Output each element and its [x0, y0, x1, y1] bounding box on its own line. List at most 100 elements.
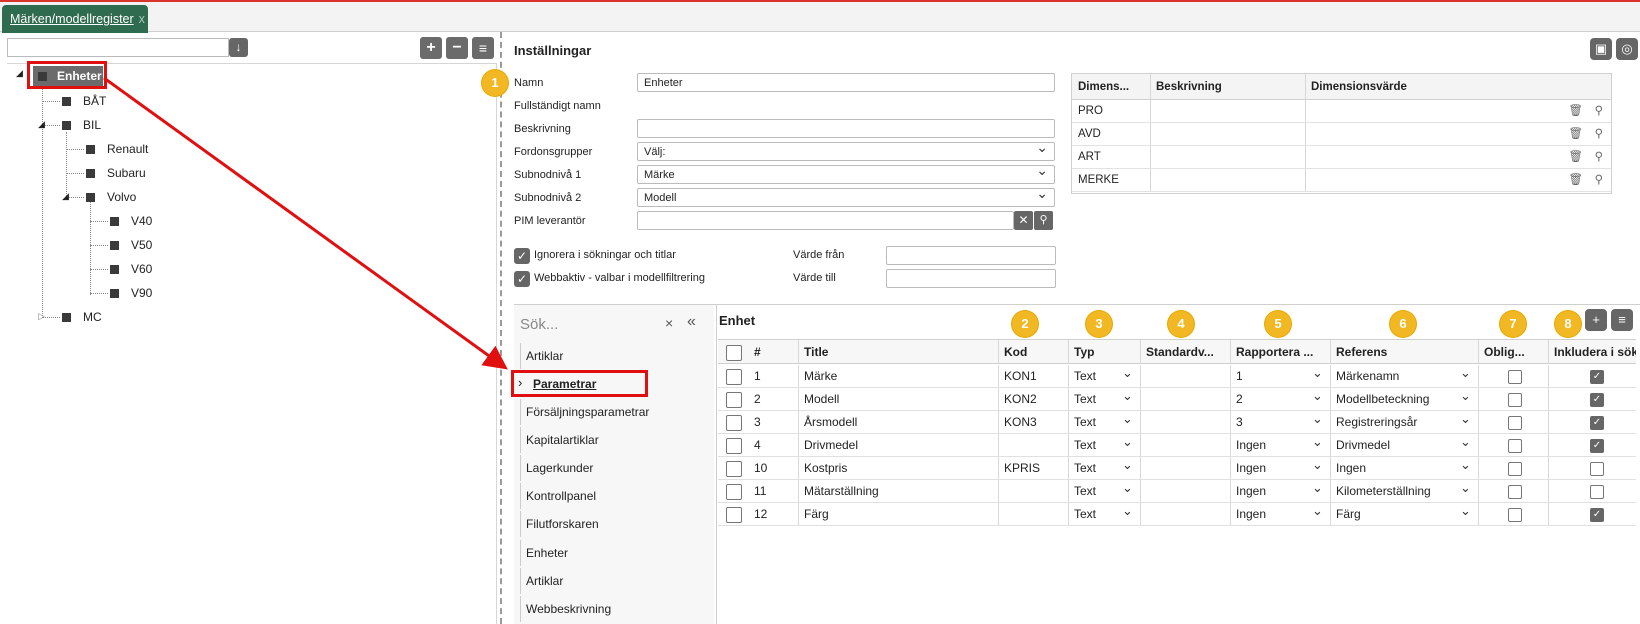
obligatorisk-checkbox[interactable] — [1508, 485, 1522, 499]
cell-referens[interactable]: Registreringsår — [1330, 411, 1478, 433]
table-row[interactable]: 1 Märke KON1 Text ⌄ 1 ⌄ Märkenamn ⌄ ✓ — [718, 365, 1636, 388]
chevron-down-icon[interactable]: ⌄ — [1122, 457, 1133, 473]
inkludera-checkbox[interactable]: ✓ — [1590, 393, 1604, 407]
side-item-filutforskaren[interactable]: Filutforskaren — [520, 511, 700, 537]
chevron-down-icon[interactable]: ⌄ — [1312, 480, 1323, 496]
varde-till-input[interactable] — [886, 269, 1056, 288]
side-item-webbeskrivning[interactable]: Webbeskrivning — [520, 596, 700, 622]
row-checkbox[interactable] — [726, 369, 742, 385]
obligatorisk-checkbox[interactable] — [1508, 439, 1522, 453]
obligatorisk-checkbox[interactable] — [1508, 370, 1522, 384]
globe-icon[interactable]: ◎ — [1616, 38, 1638, 60]
side-item-artiklar[interactable]: Artiklar — [520, 343, 700, 369]
cell-referens[interactable]: Ingen — [1330, 457, 1478, 479]
obligatorisk-checkbox[interactable] — [1508, 462, 1522, 476]
chevron-down-icon[interactable]: ⌄ — [1312, 365, 1323, 381]
row-checkbox[interactable] — [726, 484, 742, 500]
side-item-enheter[interactable]: Enheter — [520, 540, 700, 566]
chevron-down-icon[interactable]: ⌄ — [1460, 434, 1471, 450]
grid-menu-icon[interactable]: ≡ — [1611, 309, 1633, 331]
side-item-kapitalartiklar[interactable]: Kapitalartiklar — [520, 427, 700, 453]
clear-icon[interactable]: × — [665, 315, 673, 331]
table-row[interactable]: 10 Kostpris KPRIS Text ⌄ Ingen ⌄ Ingen ⌄ — [718, 457, 1636, 480]
side-item-kontrollpanel[interactable]: Kontrollpanel — [520, 483, 700, 509]
row-checkbox[interactable] — [726, 392, 742, 408]
row-checkbox[interactable] — [726, 438, 742, 454]
search-icon[interactable]: ⚲ — [1034, 211, 1053, 230]
inkludera-checkbox[interactable]: ✓ — [1590, 439, 1604, 453]
row-checkbox[interactable] — [726, 507, 742, 523]
search-icon[interactable]: ⚲ — [1595, 172, 1603, 186]
chevron-down-icon[interactable]: ⌄ — [1122, 480, 1133, 496]
table-row[interactable]: 12 Färg Text ⌄ Ingen ⌄ Färg ⌄ ✓ — [718, 503, 1636, 526]
col-obligatorisk[interactable]: Oblig... — [1478, 340, 1548, 363]
chevron-down-icon[interactable]: ⌄ — [1122, 365, 1133, 381]
trash-icon[interactable]: 🗑 — [1568, 172, 1583, 186]
cell-referens[interactable]: Kilometerställning — [1330, 480, 1478, 502]
side-item-lagerkunder[interactable]: Lagerkunder — [520, 455, 700, 481]
webbaktiv-checkbox[interactable]: ✓ — [514, 271, 530, 287]
clear-icon[interactable]: ✕ — [1014, 211, 1033, 230]
row-checkbox[interactable] — [726, 461, 742, 477]
dim-row[interactable]: AVD 🗑 ⚲ — [1072, 123, 1611, 146]
chevron-down-icon[interactable]: ⌄ — [1460, 503, 1471, 519]
obligatorisk-checkbox[interactable] — [1508, 508, 1522, 522]
inkludera-checkbox[interactable]: ✓ — [1590, 508, 1604, 522]
inkludera-checkbox[interactable] — [1590, 485, 1604, 499]
chevron-down-icon[interactable]: ⌄ — [1312, 434, 1323, 450]
dim-col-beskrivning[interactable]: Beskrivning — [1150, 74, 1305, 99]
subnodniva2-select[interactable]: Modell — [637, 186, 1055, 207]
chevron-down-icon[interactable]: ⌄ — [1122, 434, 1133, 450]
subnodniva1-select[interactable]: Märke — [637, 163, 1055, 184]
obligatorisk-checkbox[interactable] — [1508, 416, 1522, 430]
dim-row[interactable]: MERKE 🗑 ⚲ — [1072, 169, 1611, 192]
inkludera-checkbox[interactable]: ✓ — [1590, 370, 1604, 384]
fordonsgrupper-select[interactable]: Välj: — [637, 140, 1055, 161]
namn-input[interactable]: Enheter — [637, 73, 1055, 92]
dim-row[interactable]: ART 🗑 ⚲ — [1072, 146, 1611, 169]
col-typ[interactable]: Typ — [1068, 340, 1140, 363]
chevron-down-icon[interactable]: ⌄ — [1122, 388, 1133, 404]
trash-icon[interactable]: 🗑 — [1568, 149, 1583, 163]
cell-referens[interactable]: Modellbeteckning — [1330, 388, 1478, 410]
row-checkbox[interactable] — [726, 415, 742, 431]
table-row[interactable]: 2 Modell KON2 Text ⌄ 2 ⌄ Modellbeteckning ⌄ ✓ — [718, 388, 1636, 411]
select-all-checkbox[interactable] — [726, 345, 742, 361]
col-rapportera[interactable]: Rapportera ... — [1230, 340, 1330, 363]
chevron-down-icon[interactable]: ⌄ — [1312, 388, 1323, 404]
col-standardvarde[interactable]: Standardv... — [1140, 340, 1230, 363]
table-row[interactable]: 4 Drivmedel Text ⌄ Ingen ⌄ Drivmedel ⌄ ✓ — [718, 434, 1636, 457]
trash-icon[interactable]: 🗑 — [1568, 103, 1583, 117]
beskrivning-input[interactable] — [637, 119, 1055, 138]
chevron-down-icon[interactable]: ⌄ — [1312, 457, 1323, 473]
side-item-forsaljningsparametrar[interactable]: Försäljningsparametrar — [520, 399, 700, 425]
col-num[interactable]: # — [748, 340, 798, 363]
table-row[interactable]: 3 Årsmodell KON3 Text ⌄ 3 ⌄ Registreringsår ⌄ ✓ — [718, 411, 1636, 434]
side-search-input[interactable]: Sök... — [514, 312, 714, 338]
chevron-down-icon[interactable]: ⌄ — [1312, 411, 1323, 427]
collapse-left-icon[interactable]: « — [687, 313, 696, 331]
search-icon[interactable]: ⚲ — [1595, 126, 1603, 140]
dim-col-dimension[interactable]: Dimens... — [1072, 74, 1150, 99]
chevron-down-icon[interactable]: ⌄ — [1312, 503, 1323, 519]
chevron-down-icon[interactable]: ⌄ — [1460, 365, 1471, 381]
chevron-down-icon[interactable]: ⌄ — [1460, 457, 1471, 473]
cell-referens[interactable]: Märkenamn — [1330, 365, 1478, 387]
side-item-artiklar-2[interactable]: Artiklar — [520, 568, 700, 594]
chevron-down-icon[interactable]: ⌄ — [1460, 411, 1471, 427]
cell-referens[interactable]: Färg — [1330, 503, 1478, 525]
chevron-down-icon[interactable]: ⌄ — [1122, 411, 1133, 427]
col-inkludera[interactable]: Inkludera i sök... — [1548, 340, 1636, 363]
search-icon[interactable]: ⚲ — [1595, 103, 1603, 117]
dim-col-dimensionsvarde[interactable]: Dimensionsvärde — [1305, 74, 1605, 99]
chevron-down-icon[interactable]: ⌄ — [1460, 480, 1471, 496]
ignore-checkbox[interactable]: ✓ — [514, 248, 530, 264]
search-icon[interactable]: ⚲ — [1595, 149, 1603, 163]
trash-icon[interactable]: 🗑 — [1568, 126, 1583, 140]
cell-referens[interactable]: Drivmedel — [1330, 434, 1478, 456]
col-title[interactable]: Title — [798, 340, 998, 363]
obligatorisk-checkbox[interactable] — [1508, 393, 1522, 407]
inkludera-checkbox[interactable]: ✓ — [1590, 416, 1604, 430]
col-kod[interactable]: Kod — [998, 340, 1068, 363]
dim-row[interactable]: PRO 🗑 ⚲ — [1072, 100, 1611, 123]
